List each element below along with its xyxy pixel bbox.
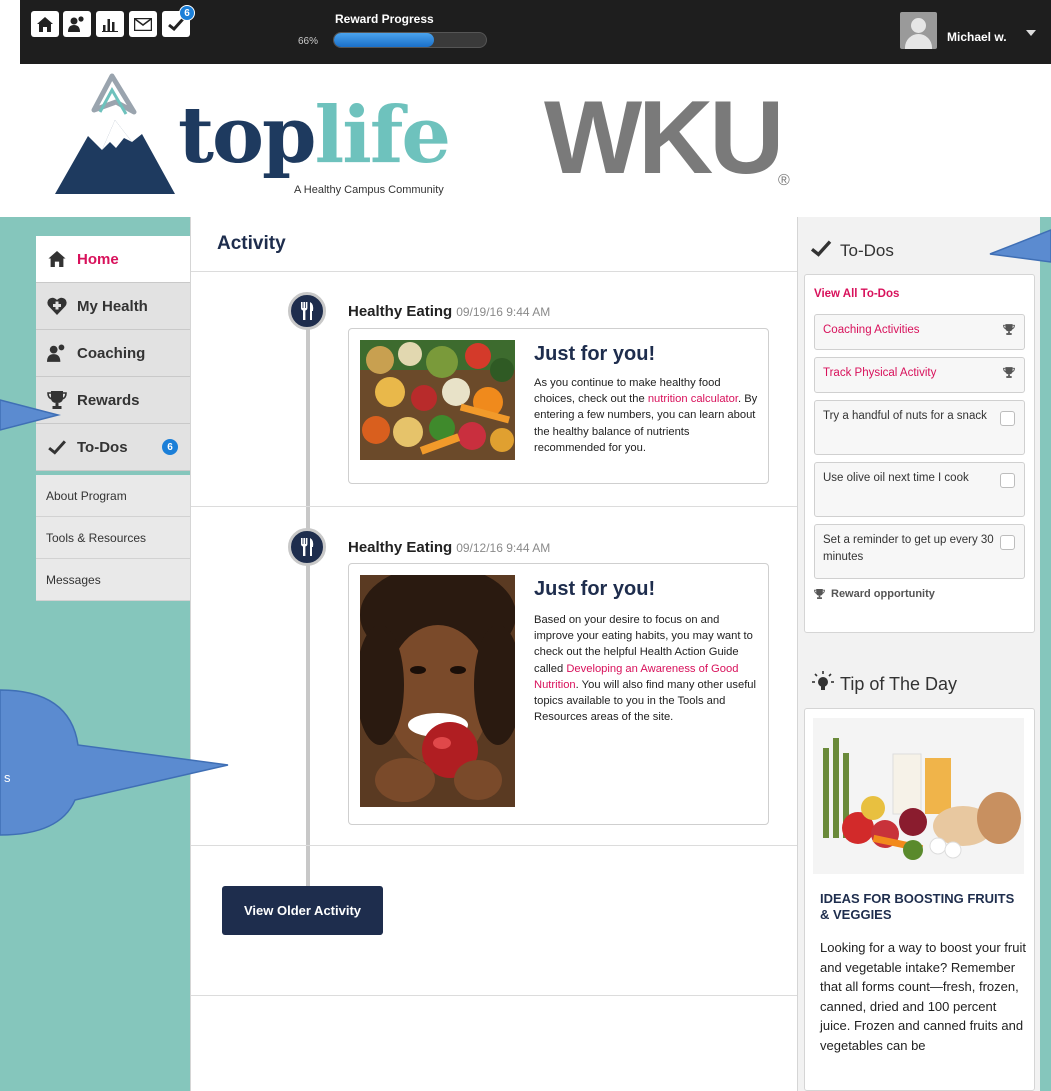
activity-card: Just for you! As you continue to make he… [348, 328, 769, 484]
activity-panel: Activity Healthy Eating09/19/16 9:44 AM [190, 217, 798, 1091]
page-title: Activity [217, 233, 286, 254]
todo-item-reminder[interactable]: Set a reminder to get up every 30 minute… [814, 524, 1025, 579]
todo-label: Track Physical Activity [823, 367, 937, 379]
divider [191, 506, 798, 507]
fork-knife-icon [288, 528, 326, 566]
people-icon [46, 342, 68, 364]
todo-label: Try a handful of nuts for a snack [823, 410, 987, 422]
trophy-icon [46, 389, 68, 411]
heart-plus-icon [46, 295, 68, 317]
wku-logo: WKU [544, 80, 784, 196]
healthy-food-image [360, 340, 515, 460]
nav-item-label: Home [77, 250, 119, 268]
view-all-todos-link[interactable]: View All To-Dos [814, 288, 899, 300]
check-icon [810, 239, 832, 262]
timeline-line [306, 315, 310, 887]
fruits-veggies-image [813, 718, 1024, 874]
home-icon [46, 248, 68, 270]
card-title: Just for you! [534, 343, 656, 365]
mountain-logo-icon [55, 73, 175, 194]
trophy-icon [1003, 323, 1015, 342]
home-icon[interactable] [31, 11, 59, 37]
left-nav: Home My Health Coaching Rewards To-Dos 6… [36, 236, 192, 601]
coaching-icon[interactable] [63, 11, 91, 37]
fork-knife-icon [288, 292, 326, 330]
trophy-icon [1003, 366, 1015, 385]
activity-date: 09/19/16 9:44 AM [456, 305, 551, 319]
reward-progress-percent: 66% [298, 36, 319, 47]
nav-item-todos[interactable]: To-Dos 6 [36, 424, 192, 471]
divider [191, 845, 798, 846]
todo-label: Coaching Activities [823, 324, 920, 336]
secondary-nav: About Program Tools & Resources Messages [36, 475, 192, 601]
reward-progress-label: Reward Progress [335, 12, 434, 26]
reward-progress-bar [333, 32, 487, 48]
nav-item-label: Rewards [77, 391, 140, 409]
tip-article-body: Looking for a way to boost your fruit an… [820, 940, 1026, 1053]
todos-count-badge: 6 [162, 439, 178, 455]
tip-title: Tip of The Day [840, 674, 958, 694]
card-title: Just for you! [534, 578, 656, 600]
chevron-down-icon[interactable] [1026, 30, 1036, 36]
registered-mark: ® [778, 172, 790, 189]
todos-heading: To-Dos [810, 239, 894, 262]
nav-item-label: My Health [77, 297, 148, 315]
sub-item-about-program[interactable]: About Program [36, 475, 192, 517]
logo-tagline: A Healthy Campus Community [294, 184, 444, 196]
todo-checkbox[interactable] [1000, 473, 1015, 488]
activity-category: Healthy Eating [348, 303, 453, 320]
sub-item-tools-resources[interactable]: Tools & Resources [36, 517, 192, 559]
nav-item-coaching[interactable]: Coaching [36, 330, 192, 377]
todo-item-coaching-activities[interactable]: Coaching Activities [814, 314, 1025, 350]
todo-item-nuts[interactable]: Try a handful of nuts for a snack [814, 400, 1025, 455]
nav-item-label: Coaching [77, 344, 146, 362]
activity-card: Just for you! Based on your desire to fo… [348, 563, 769, 825]
todos-check-icon[interactable]: 6 [162, 5, 195, 37]
sub-item-messages[interactable]: Messages [36, 559, 192, 601]
card-body: As you continue to make healthy food cho… [534, 377, 758, 454]
card-body: Based on your desire to focus on and imp… [534, 614, 757, 724]
todos-title: To-Dos [840, 240, 894, 260]
todo-checkbox[interactable] [1000, 535, 1015, 550]
reward-progress-fill [334, 33, 435, 47]
trophy-icon [814, 589, 825, 599]
activity-entry-header: Healthy Eating 09/12/16 9:44 AM [348, 539, 550, 556]
username[interactable]: Michael w. [947, 30, 1007, 44]
lightbulb-icon [812, 671, 834, 698]
reward-opportunity-note: Reward opportunity [814, 588, 935, 600]
tip-article-heading[interactable]: IDEAS FOR BOOSTING FRUITS & VEGGIES [820, 891, 1020, 923]
nav-item-rewards[interactable]: Rewards [36, 377, 192, 424]
check-icon [46, 436, 68, 458]
activity-entry-header: Healthy Eating 09/19/16 9:44 AM [348, 303, 550, 320]
right-sidebar: To-Dos View All To-Dos Coaching Activiti… [797, 217, 1040, 1091]
todo-label: Use olive oil next time I cook [823, 472, 969, 484]
nav-item-home[interactable]: Home [36, 236, 192, 283]
activity-date: 09/12/16 9:44 AM [456, 541, 551, 555]
toplife-wordmark: toplife [178, 90, 451, 181]
stats-icon[interactable] [96, 11, 124, 37]
tip-heading: Tip of The Day [812, 671, 957, 698]
mail-icon[interactable] [129, 11, 157, 37]
reward-note-label: Reward opportunity [831, 588, 935, 600]
todo-item-track-physical-activity[interactable]: Track Physical Activity [814, 357, 1025, 393]
activity-category: Healthy Eating [348, 539, 453, 556]
divider [191, 995, 798, 996]
nav-item-my-health[interactable]: My Health [36, 283, 192, 330]
todo-label: Set a reminder to get up every 30 minute… [823, 534, 994, 563]
toplife-logo[interactable]: toplife A Healthy Campus Community [50, 72, 470, 212]
nav-item-label: To-Dos [77, 438, 128, 456]
top-bar: 6 Reward Progress 66% Michael w. [20, 0, 1051, 64]
nutrition-calculator-link[interactable]: nutrition calculator [648, 393, 738, 405]
divider [191, 271, 798, 272]
woman-eating-apple-image [360, 575, 515, 807]
view-older-activity-button[interactable]: View Older Activity [222, 886, 383, 935]
tip-card: IDEAS FOR BOOSTING FRUITS & VEGGIES Look… [804, 708, 1035, 1091]
todo-checkbox[interactable] [1000, 411, 1015, 426]
todo-item-olive-oil[interactable]: Use olive oil next time I cook [814, 462, 1025, 517]
notification-badge: 6 [179, 5, 195, 21]
avatar[interactable] [900, 12, 937, 49]
todo-list: View All To-Dos Coaching Activities Trac… [804, 274, 1035, 633]
